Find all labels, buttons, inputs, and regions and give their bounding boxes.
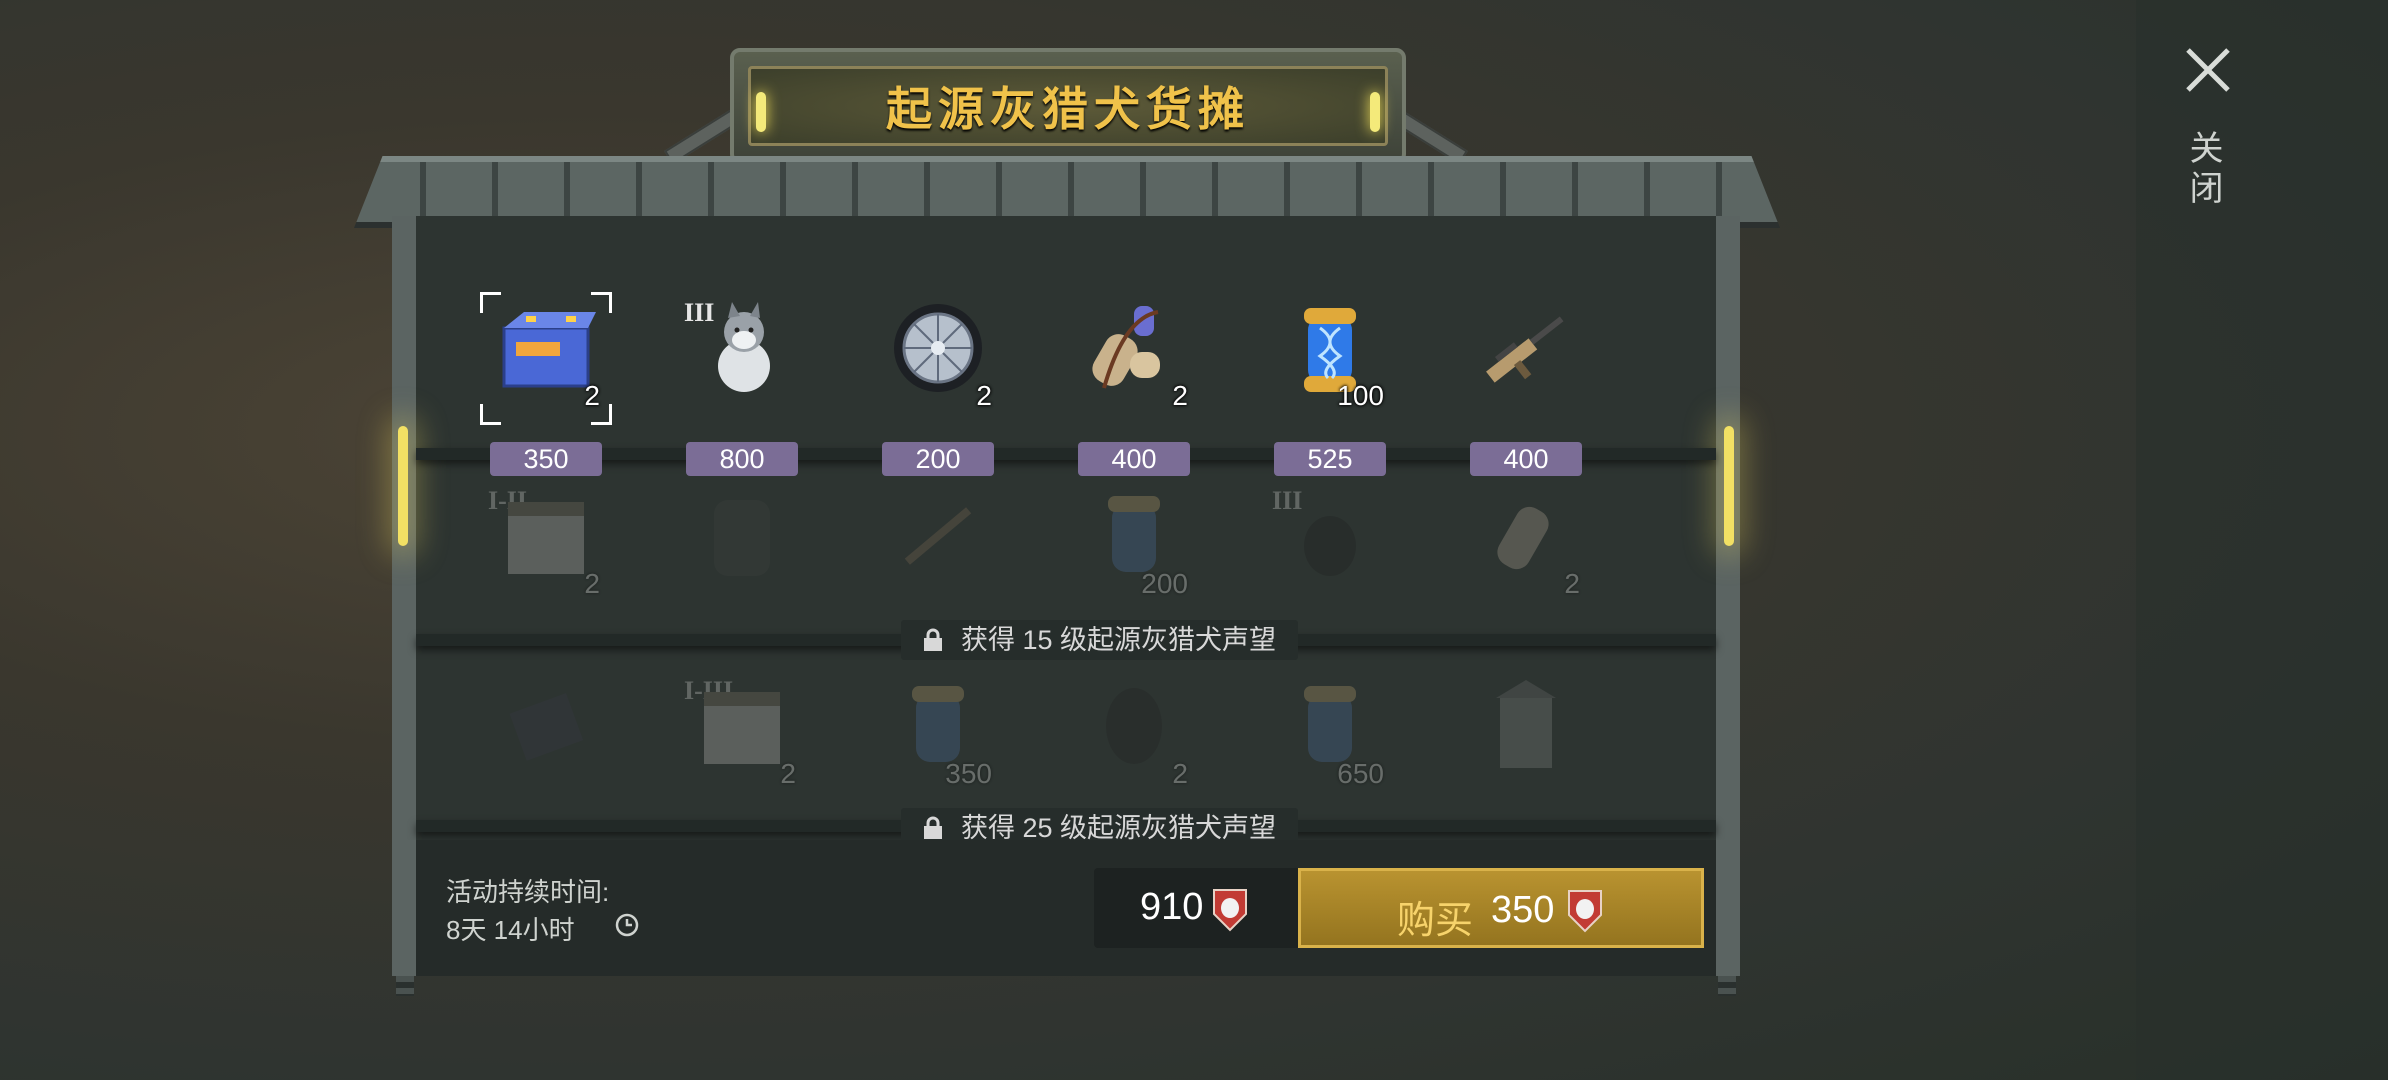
shop-item-rifle[interactable]: 400 (1466, 298, 1586, 476)
item-price[interactable]: 800 (686, 442, 798, 476)
shop-item-locked: 2 (1466, 486, 1586, 626)
event-duration-value: 8天 14小时 (446, 915, 575, 945)
item-quantity: 2 (1172, 380, 1188, 411)
item-quantity: 2 (1172, 758, 1188, 789)
item-price[interactable]: 200 (882, 442, 994, 476)
bedroll-sling-icon (1092, 306, 1160, 389)
side-panel (2136, 0, 2388, 1080)
shop-item-locked: 650 (1270, 676, 1390, 816)
sign-light-left (756, 92, 766, 132)
crate-icon (704, 692, 780, 764)
buy-button[interactable]: 购买 350 (1298, 868, 1704, 948)
item-quantity: 650 (1337, 758, 1384, 789)
shop-item-locked (878, 486, 998, 626)
shop-item-battery[interactable]: 2 350 (480, 292, 612, 476)
lock-requirement-text: 获得 15 级起源灰猎犬声望 (961, 625, 1277, 655)
lock-icon (924, 628, 942, 651)
clock-icon (615, 913, 639, 937)
selection-corner (480, 404, 501, 425)
close-label[interactable]: 关闭 (2184, 130, 2228, 210)
side-light-right (1724, 426, 1734, 546)
sign-light-right (1370, 92, 1380, 132)
event-duration-label: 活动持续时间: (446, 877, 610, 907)
stall-sign: 起源灰猎犬货摊 (730, 48, 1406, 164)
shop-item-locked (682, 486, 802, 626)
item-quantity: 100 (1337, 380, 1384, 411)
buy-price: 350 (1491, 889, 1555, 931)
wheel-icon (894, 304, 982, 392)
badge-card-icon (509, 693, 584, 761)
battery-icon (502, 312, 596, 388)
currency-balance: 910 (1094, 868, 1300, 948)
shop-item-locked: III (1270, 486, 1390, 626)
assault-rifle-icon (1486, 316, 1564, 383)
shop-item-wheel[interactable]: 2 200 (878, 298, 998, 476)
item-price[interactable]: 350 (490, 442, 602, 476)
buy-label: 购买 (1397, 900, 1474, 942)
shop-item-dna-capsule[interactable]: 100 525 (1270, 298, 1390, 476)
item-quantity: 2 (1564, 568, 1580, 599)
item-quantity: 2 (584, 568, 600, 599)
crate-icon (508, 502, 584, 574)
vendor-stall: 起源灰猎犬货摊 2 350 III 800 2 200 2 400 100 52… (354, 40, 1780, 996)
item-quantity: 2 (976, 380, 992, 411)
item-quantity: 2 (780, 758, 796, 789)
dog-icon (1304, 516, 1356, 576)
item-quantity: 200 (1141, 568, 1188, 599)
rifle-icon (904, 507, 972, 565)
wolf-badge-icon (1568, 890, 1602, 933)
shop-item-locked: 200 (1074, 486, 1194, 626)
shop-item-locked: 350 (878, 676, 998, 816)
shop-item-husky[interactable]: III 800 (682, 298, 802, 476)
item-quantity: 2 (584, 380, 600, 411)
shop-item-locked (486, 676, 606, 816)
shop-item-locked: I-III 2 (682, 676, 802, 816)
item-price[interactable]: 525 (1274, 442, 1386, 476)
shop-item-locked: 2 (1074, 676, 1194, 816)
bedroll-sling-icon (1497, 506, 1549, 570)
shrine-icon (1496, 680, 1556, 768)
currency-amount: 910 (1140, 886, 1204, 928)
item-quantity: 350 (945, 758, 992, 789)
lock-icon (924, 816, 942, 839)
husky-dog-icon (718, 302, 770, 392)
close-icon[interactable] (2180, 42, 2236, 98)
shop-item-locked: I-II 2 (486, 486, 606, 626)
stall-title: 起源灰猎犬货摊 (886, 83, 1250, 135)
wolf-badge-icon (1213, 889, 1247, 932)
lock-requirement-text: 获得 25 级起源灰猎犬声望 (961, 813, 1277, 843)
shop-item-bedroll[interactable]: 2 400 (1074, 298, 1194, 476)
item-price[interactable]: 400 (1078, 442, 1190, 476)
stall-footer: 活动持续时间: 8天 14小时 910 购买 350 (392, 840, 1740, 976)
backpack-icon (714, 500, 770, 576)
gas-mask-icon (1106, 688, 1162, 764)
item-price[interactable]: 400 (1470, 442, 1582, 476)
lock-requirement-banner: 获得 15 级起源灰猎犬声望 (901, 620, 1299, 660)
shop-item-locked (1466, 676, 1586, 816)
side-light-left (398, 426, 408, 546)
